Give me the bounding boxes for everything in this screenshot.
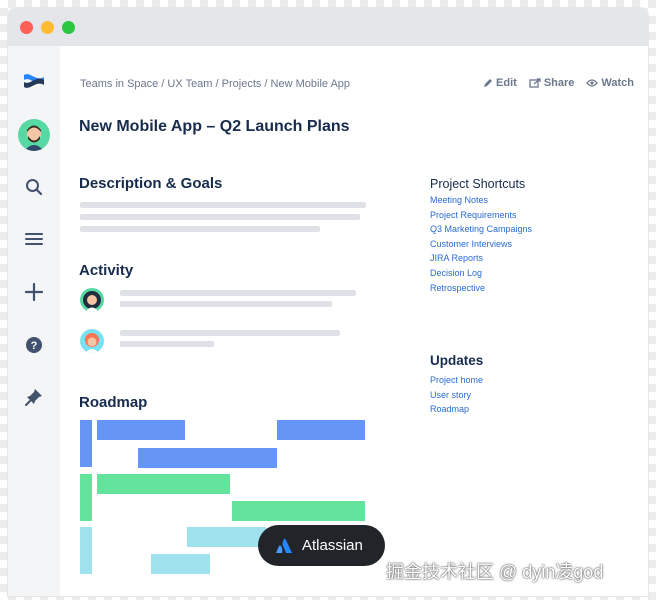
roadmap-bar[interactable]: [151, 554, 210, 574]
watch-label: Watch: [601, 77, 634, 89]
shortcut-link[interactable]: Project Requirements: [430, 210, 532, 221]
update-link[interactable]: User story: [430, 390, 483, 401]
roadmap-lane-marker: [80, 420, 92, 467]
activity-avatar[interactable]: [80, 288, 104, 312]
roadmap-bar[interactable]: [187, 527, 266, 547]
watermark: 掘金技术社区 @ dyin凌god: [386, 562, 604, 582]
close-window-button[interactable]: [20, 20, 33, 34]
minimize-window-button[interactable]: [41, 20, 54, 34]
edit-icon: [484, 79, 493, 87]
updates-heading: Updates: [430, 353, 484, 368]
page-actions: Edit Share Watch: [483, 77, 634, 89]
shortcut-link[interactable]: Decision Log: [430, 268, 532, 279]
atlassian-badge[interactable]: Atlassian: [258, 525, 385, 566]
menu-icon[interactable]: [25, 231, 43, 247]
text-placeholder: [80, 202, 366, 208]
description-heading: Description & Goals: [79, 175, 223, 192]
roadmap-heading: Roadmap: [79, 394, 148, 411]
shortcuts-heading: Project Shortcuts: [430, 177, 526, 191]
title-bar: [8, 8, 648, 46]
text-placeholder: [120, 301, 332, 307]
update-link[interactable]: Project home: [430, 375, 483, 386]
shortcut-link[interactable]: JIRA Reports: [430, 253, 532, 264]
shortcut-link[interactable]: Q3 Marketing Campaigns: [430, 224, 532, 235]
user-avatar[interactable]: [18, 119, 50, 151]
atlassian-label: Atlassian: [302, 537, 363, 554]
share-icon: [529, 78, 541, 88]
sidebar: ?: [8, 46, 60, 596]
shortcut-link[interactable]: Meeting Notes: [430, 195, 532, 206]
shortcut-link[interactable]: Retrospective: [430, 283, 532, 294]
help-icon[interactable]: ?: [25, 336, 43, 354]
text-placeholder: [120, 341, 214, 347]
updates-list: Project home User story Roadmap: [430, 375, 483, 415]
plus-icon[interactable]: [25, 283, 43, 301]
text-placeholder: [80, 226, 320, 232]
page-title: New Mobile App – Q2 Launch Plans: [79, 118, 350, 135]
activity-avatar[interactable]: [80, 329, 104, 353]
roadmap-bar[interactable]: [138, 448, 277, 468]
main-content: Teams in Space / UX Team / Projects / Ne…: [60, 46, 648, 596]
roadmap-lane-marker: [80, 527, 92, 574]
svg-text:?: ?: [31, 340, 38, 352]
watch-button[interactable]: Watch: [586, 77, 634, 89]
share-label: Share: [543, 77, 575, 89]
roadmap-bar[interactable]: [277, 420, 365, 440]
edit-label: Edit: [496, 77, 517, 89]
confluence-logo-icon[interactable]: [21, 68, 47, 94]
roadmap-lane-marker: [80, 474, 92, 521]
text-placeholder: [120, 330, 340, 336]
roadmap-bar[interactable]: [232, 501, 365, 521]
text-placeholder: [120, 290, 356, 296]
app-window: ? Teams in Space / UX Team / Projects / …: [8, 8, 648, 596]
roadmap-bar[interactable]: [97, 474, 230, 494]
share-button[interactable]: Share: [529, 77, 575, 89]
maximize-window-button[interactable]: [62, 20, 75, 34]
update-link[interactable]: Roadmap: [430, 404, 483, 415]
edit-button[interactable]: Edit: [483, 77, 517, 89]
roadmap-bar[interactable]: [97, 420, 185, 440]
text-placeholder: [80, 214, 360, 220]
shortcut-link[interactable]: Customer Interviews: [430, 239, 532, 250]
watch-icon: [586, 79, 599, 87]
search-icon[interactable]: [25, 178, 43, 196]
activity-heading: Activity: [79, 262, 134, 279]
shortcuts-list: Meeting Notes Project Requirements Q3 Ma…: [430, 195, 532, 293]
atlassian-logo-icon: [276, 538, 292, 553]
pin-icon[interactable]: [25, 388, 43, 406]
breadcrumb[interactable]: Teams in Space / UX Team / Projects / Ne…: [80, 78, 350, 90]
